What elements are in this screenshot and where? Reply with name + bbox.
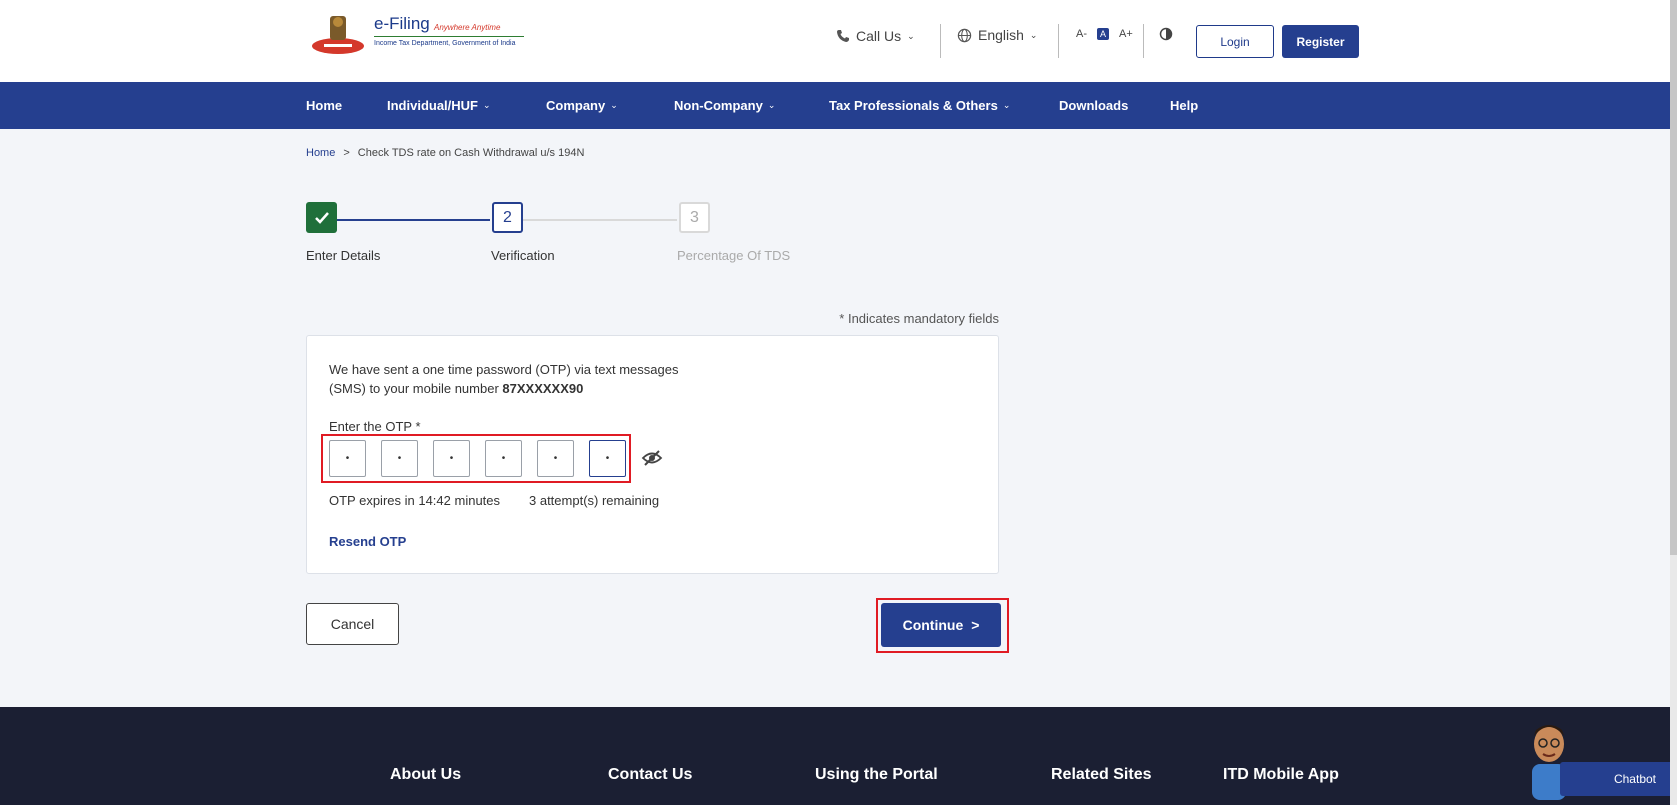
otp-message: We have sent a one time password (OTP) v… [329, 360, 709, 398]
nav-non-company[interactable]: Non-Company ⌄ [674, 98, 775, 113]
resend-otp-link[interactable]: Resend OTP [329, 534, 406, 549]
header-divider [940, 24, 941, 58]
efiling-logo[interactable]: e-Filing Anywhere Anytime Income Tax Dep… [310, 12, 525, 56]
main-nav: Home Individual/HUF ⌄ Company ⌄ Non-Compan… [0, 82, 1670, 129]
footer-about-us: About Us [390, 766, 462, 783]
footer-mobile-app: ITD Mobile App [1223, 766, 1339, 783]
logo-tagline: Anywhere Anytime [434, 23, 501, 32]
chevron-down-icon: ⌄ [1002, 100, 1011, 110]
nav-downloads-label: Downloads [1059, 98, 1129, 113]
continue-label: Continue [902, 617, 964, 633]
chevron-down-icon: ⌄ [767, 100, 776, 110]
footer-contact-us: Contact Us [608, 766, 693, 783]
chevron-down-icon: ⌄ [610, 100, 618, 110]
page-scrollbar[interactable] [1670, 0, 1677, 805]
chevron-down-icon: ⌄ [907, 30, 915, 41]
breadcrumb-home[interactable]: Home [306, 147, 335, 159]
mandatory-note: * Indicates mandatory fields [839, 311, 999, 326]
otp-attempts-text: 3 attempt(s) remaining [529, 493, 660, 508]
breadcrumb-separator: > [343, 147, 350, 159]
nav-non-company-label: Non-Company [674, 98, 763, 113]
otp-expiry-text: OTP expires in 14:42 minutes [329, 493, 501, 508]
breadcrumb: Home > Check TDS rate on Cash Withdrawal… [306, 147, 584, 159]
nav-help[interactable]: Help [1170, 98, 1198, 113]
otp-digit-2[interactable]: • [381, 440, 418, 477]
step-2-active: 2 [492, 202, 523, 233]
nav-individual-huf-label: Individual/HUF [387, 98, 478, 113]
step-2-label: Verification [491, 248, 555, 263]
nav-home-label: Home [306, 98, 343, 113]
top-header: e-Filing Anywhere Anytime Income Tax Dep… [0, 0, 1670, 82]
nav-tax-professionals-label: Tax Professionals & Others [829, 98, 998, 113]
otp-digit-1[interactable]: • [329, 440, 366, 477]
otp-digit-4[interactable]: • [485, 440, 522, 477]
nav-company-label: Company [546, 98, 606, 113]
chevron-down-icon: ⌄ [483, 100, 491, 110]
nav-company[interactable]: Company ⌄ [546, 98, 618, 113]
otp-message-line2: (SMS) to your mobile number [329, 381, 499, 396]
header-divider [1143, 24, 1144, 58]
step-1-complete [306, 202, 337, 233]
otp-label: Enter the OTP * [329, 419, 421, 434]
font-size-controls: A- A A+ [1076, 28, 1133, 40]
breadcrumb-current: Check TDS rate on Cash Withdrawal u/s 19… [357, 147, 585, 159]
call-us-dropdown[interactable]: Call Us ⌄ [836, 28, 915, 44]
footer-using-portal: Using the Portal [815, 766, 938, 783]
nav-help-label: Help [1170, 98, 1199, 113]
chatbot-button[interactable]: Chatbot [1560, 762, 1670, 796]
otp-message-line1: We have sent a one time password (OTP) v… [329, 362, 679, 377]
nav-home[interactable]: Home [306, 98, 342, 113]
step-3-label: Percentage Of TDS [677, 248, 791, 263]
step-1-label: Enter Details [306, 248, 381, 263]
continue-button[interactable]: Continue > [881, 603, 1001, 647]
call-us-label: Call Us [856, 28, 902, 44]
chevron-down-icon: ⌄ [1029, 29, 1038, 40]
nav-tax-professionals[interactable]: Tax Professionals & Others ⌄ [829, 98, 1010, 113]
step-connector-pending [523, 219, 677, 221]
otp-card: We have sent a one time password (OTP) v… [306, 335, 999, 574]
font-decrease-button[interactable]: A- [1076, 28, 1087, 40]
checkmark-icon [314, 211, 329, 224]
logo-title: e-Filing [374, 14, 430, 33]
globe-icon [957, 28, 972, 42]
emblem-icon [312, 16, 364, 54]
chevron-right-icon: > [971, 617, 980, 633]
logo-underline [374, 36, 524, 37]
contrast-icon[interactable] [1159, 27, 1173, 41]
otp-digit-6[interactable]: • [589, 440, 626, 477]
otp-highlight-box [321, 434, 631, 483]
step-connector-complete [337, 219, 490, 221]
mobile-number: 87XXXXXX90 [502, 381, 584, 396]
eye-slash-icon[interactable] [641, 448, 663, 468]
footer: About Us Contact Us Using the Portal Rel… [0, 707, 1670, 805]
login-button[interactable]: Login [1196, 25, 1274, 58]
phone-icon [837, 30, 849, 42]
register-button[interactable]: Register [1282, 25, 1359, 58]
font-normal-button[interactable]: A [1097, 28, 1109, 40]
nav-individual-huf[interactable]: Individual/HUF ⌄ [387, 98, 491, 113]
language-label: English [978, 27, 1024, 43]
font-increase-button[interactable]: A+ [1119, 28, 1133, 40]
otp-digit-5[interactable]: • [537, 440, 574, 477]
logo-subtitle: Income Tax Department, Government of Ind… [374, 40, 516, 47]
scrollbar-thumb[interactable] [1670, 0, 1677, 555]
otp-digit-3[interactable]: • [433, 440, 470, 477]
step-3-pending: 3 [679, 202, 710, 233]
header-divider [1058, 24, 1059, 58]
nav-downloads[interactable]: Downloads [1059, 98, 1128, 113]
footer-related-sites: Related Sites [1051, 766, 1152, 783]
cancel-button[interactable]: Cancel [306, 603, 399, 645]
language-dropdown[interactable]: English ⌄ [957, 27, 1037, 43]
